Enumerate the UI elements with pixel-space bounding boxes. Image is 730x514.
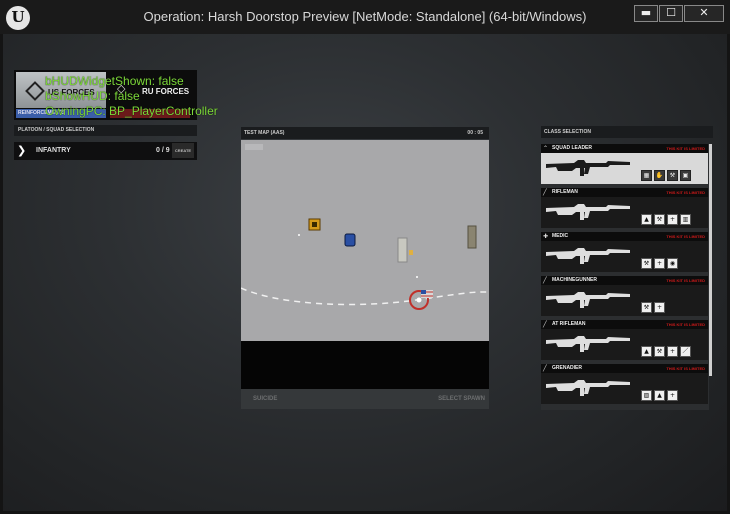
map-unexplored-area bbox=[241, 341, 489, 389]
medic-cross-icon: ✚ bbox=[543, 233, 549, 240]
equipment-slot-icon: ▲ bbox=[654, 390, 665, 401]
debug-text-line: bHUDWidgetShown: false bbox=[45, 74, 184, 88]
weapon-silhouette-icon bbox=[546, 248, 630, 264]
map-overlay bbox=[241, 140, 489, 341]
equipment-slot-icon: + bbox=[667, 214, 678, 225]
class-card-header: ╱ RIFLEMAN THIS KIT IS LIMITED bbox=[541, 188, 708, 197]
ru-forces-label: RU FORCES bbox=[142, 87, 190, 96]
kit-limited-label: THIS KIT IS LIMITED bbox=[666, 322, 705, 327]
objective-diamond-icon bbox=[25, 81, 45, 101]
maximize-button[interactable]: ☐ bbox=[659, 5, 683, 22]
class-card-body[interactable]: ▲ ⚒ + ▥ bbox=[541, 197, 708, 228]
class-card-body[interactable]: ⚒ + bbox=[541, 285, 708, 316]
rifle-icon: ╱ bbox=[543, 277, 547, 284]
equipment-slot-icon: ／ bbox=[680, 346, 691, 357]
match-timer: 00 : 05 bbox=[467, 130, 483, 136]
squad-name: INFANTRY bbox=[36, 147, 71, 154]
suicide-button[interactable]: SUICIDE bbox=[253, 396, 277, 402]
equipment-slot-icon: ◉ bbox=[667, 258, 678, 269]
window-title: Operation: Harsh Doorstop Preview [NetMo… bbox=[143, 9, 587, 24]
weapon-silhouette-icon bbox=[546, 336, 630, 352]
squad-member-count: 0 / 9 bbox=[156, 147, 170, 154]
class-card[interactable]: ╱ AT RIFLEMAN THIS KIT IS LIMITED ▲ ⚒ + ／ bbox=[541, 320, 708, 360]
equipment-slot-icon: ▥ bbox=[680, 214, 691, 225]
map-footer-bar: SUICIDE SELECT SPAWN bbox=[241, 389, 489, 409]
class-card[interactable]: ✚ MEDIC THIS KIT IS LIMITED ⚒ + ◉ bbox=[541, 232, 708, 272]
class-selection-header: CLASS SELECTION bbox=[541, 126, 713, 138]
class-card[interactable]: ╱ MACHINEGUNNER THIS KIT IS LIMITED ⚒ + bbox=[541, 276, 708, 316]
weapon-silhouette-icon bbox=[546, 160, 630, 176]
class-name: AT RIFLEMAN bbox=[552, 321, 586, 327]
equipment-slot-icon: ⚒ bbox=[654, 214, 665, 225]
weapon-silhouette-icon bbox=[546, 292, 630, 308]
kit-limited-label: THIS KIT IS LIMITED bbox=[666, 190, 705, 195]
equipment-slot-icon: ⚒ bbox=[667, 170, 678, 181]
class-card[interactable]: ⌃ SQUAD LEADER THIS KIT IS LIMITED ▦ ✋ ⚒ ▣ bbox=[541, 144, 708, 184]
class-card[interactable]: ╱ RIFLEMAN THIS KIT IS LIMITED ▲ ⚒ + ▥ bbox=[541, 188, 708, 228]
close-button[interactable]: ✕ bbox=[684, 5, 724, 22]
kit-limited-label: THIS KIT IS LIMITED bbox=[666, 234, 705, 239]
platoon-panel-header: PLATOON / SQUAD SELECTION bbox=[14, 125, 197, 136]
debug-text-line: bShowHUD: false bbox=[45, 89, 140, 103]
equipment-slot-icon: + bbox=[654, 258, 665, 269]
class-card-header: ✚ MEDIC THIS KIT IS LIMITED bbox=[541, 232, 708, 241]
rifle-icon: ╱ bbox=[543, 365, 547, 372]
class-card-header: ╱ MACHINEGUNNER THIS KIT IS LIMITED bbox=[541, 276, 708, 285]
player-position-icon bbox=[344, 233, 356, 247]
weapon-silhouette-icon bbox=[546, 204, 630, 220]
kit-limited-label: THIS KIT IS LIMITED bbox=[666, 366, 705, 371]
class-card-body[interactable]: ▦ ✋ ⚒ ▣ bbox=[541, 153, 708, 184]
class-name: GRENADIER bbox=[552, 365, 583, 371]
map-panel-header: TEST MAP (AAS) 00 : 05 bbox=[241, 127, 489, 139]
kit-limited-label: THIS KIT IS LIMITED bbox=[666, 278, 705, 283]
class-list-scrollbar[interactable] bbox=[709, 144, 712, 376]
map-title: TEST MAP (AAS) bbox=[244, 130, 285, 136]
class-name: SQUAD LEADER bbox=[552, 145, 593, 151]
equipment-slot-icon: ▲ bbox=[641, 346, 652, 357]
equipment-slot-icon: ✋ bbox=[654, 170, 665, 181]
chevrons-icon: ⌃ bbox=[543, 145, 549, 152]
equipment-slot-icon: ⚒ bbox=[654, 346, 665, 357]
class-card-body[interactable]: ▨ ▲ + bbox=[541, 373, 708, 404]
class-card-body[interactable]: ⚒ + ◉ bbox=[541, 241, 708, 272]
equipment-slot-icon: + bbox=[667, 346, 678, 357]
tactical-map[interactable] bbox=[241, 140, 489, 341]
window-titlebar[interactable]: U Operation: Harsh Doorstop Preview [Net… bbox=[0, 0, 730, 34]
class-card-body[interactable]: ▲ ⚒ + ／ bbox=[541, 329, 708, 360]
minimize-button[interactable]: ▬ bbox=[634, 5, 658, 22]
equipment-slot-icon: ▲ bbox=[641, 214, 652, 225]
window-border-left bbox=[0, 34, 3, 514]
class-card-header: ⌃ SQUAD LEADER THIS KIT IS LIMITED bbox=[541, 144, 708, 153]
us-spawn-marker-icon bbox=[308, 218, 321, 231]
equipment-slot-icon: ⚒ bbox=[641, 302, 652, 313]
equipment-slot-icon: ▨ bbox=[641, 390, 652, 401]
class-card[interactable]: ╱ GRENADIER THIS KIT IS LIMITED ▨ ▲ + bbox=[541, 364, 708, 404]
class-name: MACHINEGUNNER bbox=[552, 277, 597, 283]
class-list[interactable]: ⌃ SQUAD LEADER THIS KIT IS LIMITED ▦ ✋ ⚒ ▣ ╱ RIF… bbox=[541, 144, 709, 410]
equipment-slot-icon: ▦ bbox=[641, 170, 652, 181]
squad-row-infantry[interactable]: ❯ INFANTRY 0 / 9 CREATE bbox=[14, 142, 197, 160]
rifle-icon: ╱ bbox=[543, 321, 547, 328]
equipment-slot-icon: ⚒ bbox=[641, 258, 652, 269]
weapon-silhouette-icon bbox=[546, 380, 630, 396]
select-spawn-button[interactable]: SELECT SPAWN bbox=[438, 396, 485, 402]
class-name: RIFLEMAN bbox=[552, 189, 578, 195]
class-card-header: ╱ GRENADIER THIS KIT IS LIMITED bbox=[541, 364, 708, 373]
create-squad-button[interactable]: CREATE bbox=[172, 143, 194, 158]
equipment-slot-icon: + bbox=[654, 302, 665, 313]
class-name: MEDIC bbox=[552, 233, 569, 239]
equipment-slot-icon: + bbox=[667, 390, 678, 401]
debug-text-line: OwningPC: BP_PlayerController bbox=[45, 104, 218, 118]
class-card-header: ╱ AT RIFLEMAN THIS KIT IS LIMITED bbox=[541, 320, 708, 329]
equipment-slot-icon: ▣ bbox=[680, 170, 691, 181]
expand-arrow-icon[interactable]: ❯ bbox=[17, 144, 26, 157]
enemy-vehicle-icon bbox=[467, 225, 477, 249]
kit-limited-label: THIS KIT IS LIMITED bbox=[666, 146, 705, 151]
rifle-icon: ╱ bbox=[543, 189, 547, 196]
